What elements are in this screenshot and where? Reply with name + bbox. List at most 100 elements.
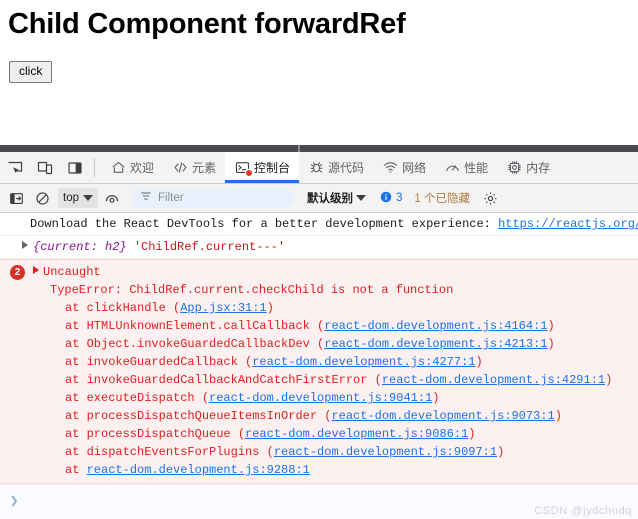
- stack-frame-link[interactable]: react-dom.development.js:4213:1: [324, 337, 547, 351]
- console-message-react-devtools: Download the React DevTools for a better…: [0, 213, 638, 236]
- stack-frame-link[interactable]: react-dom.development.js:9288:1: [87, 463, 310, 477]
- tab-network[interactable]: 网络: [373, 152, 435, 183]
- stack-frame-suffix: ): [547, 319, 555, 333]
- stack-frame-suffix: ): [497, 445, 505, 459]
- web-page-viewport: Child Component forwardRef click: [0, 0, 638, 145]
- tab-console[interactable]: 控制台: [225, 152, 300, 183]
- stack-frame-suffix: ): [547, 337, 555, 351]
- inspect-element-icon[interactable]: [0, 152, 30, 183]
- error-headline: Uncaught: [0, 263, 638, 281]
- stack-frame: at invokeGuardedCallback (react-dom.deve…: [0, 353, 638, 371]
- tab-performance[interactable]: 性能: [435, 152, 497, 183]
- sidebar-toggle-icon[interactable]: [4, 187, 28, 209]
- info-badge-icon: [380, 191, 392, 206]
- gauge-icon: [444, 160, 460, 176]
- tab-label: 网络: [402, 160, 427, 175]
- chevron-down-icon: [356, 195, 366, 201]
- stack-frame: at react-dom.development.js:9288:1: [0, 461, 638, 479]
- stack-frame-link[interactable]: App.jsx:31:1: [180, 301, 266, 315]
- tab-elements[interactable]: 元素: [163, 152, 225, 183]
- tab-welcome[interactable]: 欢迎: [101, 152, 163, 183]
- expand-arrow-icon[interactable]: [22, 241, 28, 249]
- stack-frame-suffix: ): [432, 391, 440, 405]
- tab-memory[interactable]: 内存: [497, 152, 559, 183]
- device-toolbar-icon[interactable]: [30, 152, 60, 183]
- console-output[interactable]: Download the React DevTools for a better…: [0, 213, 638, 519]
- stack-frame-prefix: at HTMLUnknownElement.callCallback (: [65, 319, 325, 333]
- console-icon: [234, 160, 254, 177]
- console-message-error: 2 Uncaught TypeError: ChildRef.current.c…: [0, 259, 638, 484]
- stack-frame: at HTMLUnknownElement.callCallback (reac…: [0, 317, 638, 335]
- stack-frame-link[interactable]: react-dom.development.js:4164:1: [324, 319, 547, 333]
- object-key: current:: [40, 240, 106, 254]
- dock-side-icon[interactable]: [60, 152, 90, 183]
- tab-label: 内存: [526, 160, 551, 175]
- expand-arrow-icon[interactable]: [33, 266, 39, 274]
- filter-input[interactable]: [158, 192, 268, 204]
- stack-frame-prefix: at invokeGuardedCallback (: [65, 355, 253, 369]
- click-button[interactable]: click: [9, 61, 53, 84]
- stack-frame-prefix: at processDispatchQueueItemsInOrder (: [65, 409, 332, 423]
- stack-frame: at executeDispatch (react-dom.developmen…: [0, 389, 638, 407]
- gear-icon[interactable]: [480, 188, 500, 208]
- object-brace-close: }: [119, 240, 127, 254]
- error-headline-text: Uncaught: [43, 265, 101, 279]
- stack-frame-link[interactable]: react-dom.development.js:9086:1: [245, 427, 468, 441]
- stack-frame: at dispatchEventsForPlugins (react-dom.d…: [0, 443, 638, 461]
- react-devtools-text: Download the React DevTools for a better…: [30, 217, 499, 231]
- stack-frame-prefix: at invokeGuardedCallbackAndCatchFirstErr…: [65, 373, 382, 387]
- chevron-down-icon: [83, 195, 93, 201]
- tab-sources[interactable]: 源代码: [299, 152, 373, 183]
- stack-frame-suffix: ): [266, 301, 274, 315]
- hidden-messages-label[interactable]: 1 个已隐藏: [414, 190, 470, 206]
- stack-frame-link[interactable]: react-dom.development.js:9041:1: [209, 391, 432, 405]
- stack-frame-link[interactable]: react-dom.development.js:9073:1: [331, 409, 554, 423]
- tab-label: 控制台: [254, 160, 291, 175]
- react-devtools-link[interactable]: https://reactjs.org/link/re: [498, 217, 638, 231]
- stack-frame: at processDispatchQueue (react-dom.devel…: [0, 425, 638, 443]
- tabbar-divider: [94, 158, 95, 177]
- tab-label: 欢迎: [130, 160, 155, 175]
- execution-context-label: top: [63, 192, 79, 204]
- stack-frame: at invokeGuardedCallbackAndCatchFirstErr…: [0, 371, 638, 389]
- stack-frame-link[interactable]: react-dom.development.js:4277:1: [252, 355, 475, 369]
- console-message-object-log: {current: h2} 'ChildRef.current---': [0, 236, 638, 259]
- tab-label: 性能: [464, 160, 489, 175]
- tab-label: 元素: [192, 160, 217, 175]
- console-error-dot: [245, 168, 254, 177]
- splitter-handle[interactable]: [298, 145, 300, 152]
- error-message: TypeError: ChildRef.current.checkChild i…: [50, 283, 454, 297]
- code-icon: [172, 160, 188, 176]
- prompt-caret-icon: ❯: [10, 494, 19, 510]
- stack-frame-suffix: ): [475, 355, 483, 369]
- stack-frame-suffix: ): [468, 427, 476, 441]
- stack-frame-prefix: at processDispatchQueue (: [65, 427, 246, 441]
- console-toolbar: top 默认级别: [0, 184, 638, 213]
- issues-count: 3: [396, 192, 403, 204]
- devtools-tabbar: 欢迎 元素 控制台 源代码 网络 性能 内存: [0, 152, 638, 184]
- filter-icon: [140, 189, 152, 207]
- watermark: CSDN @jydchudq: [534, 505, 632, 517]
- stack-frame-suffix: ): [554, 409, 562, 423]
- stack-frame-link[interactable]: react-dom.development.js:9097:1: [274, 445, 497, 459]
- bug-icon: [308, 160, 324, 176]
- clear-console-icon[interactable]: [30, 187, 54, 209]
- stack-frame-suffix: ): [605, 373, 613, 387]
- execution-context-select[interactable]: top: [58, 188, 98, 208]
- stack-frame-link[interactable]: react-dom.development.js:4291:1: [382, 373, 605, 387]
- object-string-arg: 'ChildRef.current---': [133, 240, 286, 254]
- stack-frame: at processDispatchQueueItemsInOrder (rea…: [0, 407, 638, 425]
- stack-frame-prefix: at Object.invokeGuardedCallbackDev (: [65, 337, 325, 351]
- issues-counter[interactable]: 3: [380, 191, 402, 206]
- console-filter[interactable]: [132, 188, 295, 208]
- stack-frame-prefix: at clickHandle (: [65, 301, 181, 315]
- log-level-label: 默认级别: [307, 193, 353, 205]
- stack-frame: at clickHandle (App.jsx:31:1): [0, 299, 638, 317]
- devtools-panel: 欢迎 元素 控制台 源代码 网络 性能 内存 top Filter 默认级别 3…: [0, 152, 638, 519]
- stack-frame: at Object.invokeGuardedCallbackDev (reac…: [0, 335, 638, 353]
- stack-frame-prefix: at: [65, 463, 87, 477]
- log-level-select[interactable]: 默认级别: [307, 190, 366, 206]
- devtools-splitter[interactable]: [0, 145, 638, 152]
- home-icon: [110, 160, 126, 176]
- live-expression-icon[interactable]: [100, 187, 124, 209]
